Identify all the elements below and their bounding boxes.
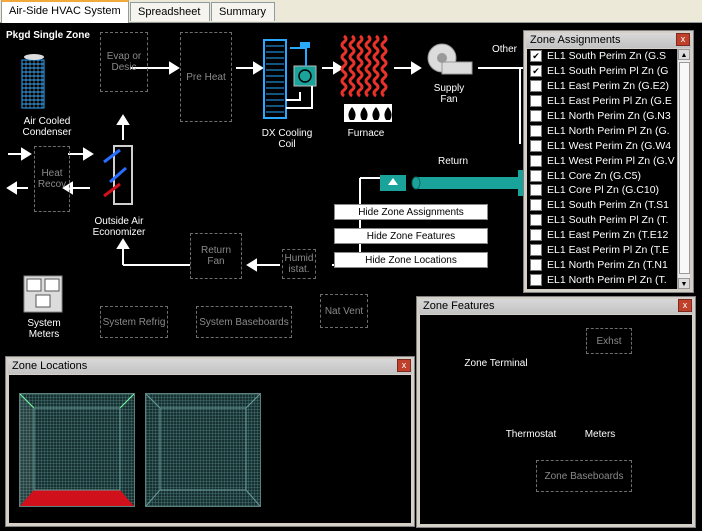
zone-assignment-label: EL1 West Perim Zn (G.W4 — [547, 139, 672, 152]
economizer-label: Outside Air Economizer — [92, 216, 146, 238]
zone-assignment-label: EL1 South Perim Pl Zn (G — [547, 65, 669, 78]
zone-assignment-label: EL1 East Perim Pl Zn (G.E — [547, 95, 672, 108]
condenser-label: Air Cooled Condenser — [22, 116, 72, 138]
zone-assignment-checkbox[interactable] — [530, 273, 542, 286]
zone-assignment-item[interactable]: EL1 East Perim Zn (T.E12 — [527, 228, 677, 243]
zone-assignment-label: EL1 North Perim Pl Zn (T. — [547, 273, 667, 286]
zone-assignment-checkbox[interactable] — [530, 95, 542, 108]
zone-assignment-checkbox[interactable] — [530, 229, 542, 242]
zone-location-tile[interactable] — [145, 393, 261, 507]
zone-assignment-checkbox[interactable] — [530, 124, 542, 137]
zone-assignment-label: EL1 South Perim Pl Zn (T. — [547, 214, 669, 227]
zone-features-view — [420, 315, 692, 524]
zone-assignment-checkbox[interactable] — [530, 80, 542, 93]
zone-assignment-item[interactable]: EL1 East Perim Zn (G.E2) — [527, 79, 677, 94]
meters-label: Meters — [584, 429, 616, 440]
dx-cooling-coil-icon[interactable] — [263, 39, 317, 119]
zone-assignment-label: EL1 North Perim Zn (T.N1 — [547, 258, 668, 271]
zone-assignment-item[interactable]: EL1 East Perim Pl Zn (T.E — [527, 243, 677, 258]
zone-assignment-label: EL1 South Perim Zn (T.S1 — [547, 199, 669, 212]
zone-assignment-label: EL1 North Perim Pl Zn (G. — [547, 124, 670, 137]
zone-assignment-label: EL1 North Perim Zn (G.N3 — [547, 110, 671, 122]
zone-assignment-checkbox[interactable] — [530, 110, 542, 122]
zone-assignment-label: EL1 South Perim Zn (G.S — [547, 50, 667, 63]
hide-zone-locations-button[interactable]: Hide Zone Locations — [334, 252, 488, 268]
zone-features-close-icon[interactable]: x — [678, 299, 692, 312]
zone-features-panel: Zone Features x — [416, 296, 696, 528]
zone-assignment-item[interactable]: EL1 North Perim Pl Zn (T. — [527, 272, 677, 287]
furnace-icon[interactable] — [340, 34, 392, 122]
zone-assignment-checkbox[interactable] — [530, 184, 542, 197]
zone-assignments-panel: Zone Assignments x ✔ EL1 South Perim Zn (… — [523, 30, 694, 293]
zone-locations-title: Zone Locations — [8, 359, 412, 374]
system-title: Pkgd Single Zone — [6, 30, 90, 41]
zone-assignment-item[interactable]: EL1 West Perim Zn (G.W4 — [527, 138, 677, 153]
zone-location-tile[interactable] — [19, 393, 135, 507]
zone-assignment-checkbox[interactable] — [530, 169, 542, 182]
supply-fan-label: Supply Fan — [433, 83, 465, 105]
return-label: Return — [437, 156, 468, 167]
zone-assignment-item[interactable]: EL1 East Perim Pl Zn (G.E — [527, 94, 677, 109]
hide-zone-features-button[interactable]: Hide Zone Features — [334, 228, 488, 244]
zone-assignment-label: EL1 East Perim Zn (G.E2) — [547, 80, 669, 93]
furnace-label: Furnace — [347, 128, 385, 139]
zone-assignment-item[interactable]: ✔ EL1 South Perim Pl Zn (G — [527, 64, 677, 79]
zone-assignment-item[interactable]: EL1 North Perim Pl Zn (G. — [527, 123, 677, 138]
zone-assignments-title: Zone Assignments — [526, 33, 691, 48]
zone-assignment-item[interactable]: EL1 Core Pl Zn (G.C10) — [527, 183, 677, 198]
zone-locations-view — [9, 375, 411, 523]
economizer-icon[interactable] — [103, 145, 133, 205]
zone-assignment-item[interactable]: EL1 North Perim Zn (T.N1 — [527, 257, 677, 272]
zone-assignments-list: ✔ EL1 South Perim Zn (G.S ✔ EL1 South Perim… — [527, 49, 677, 289]
zone-assignment-checkbox[interactable] — [530, 258, 542, 271]
system-meters-label: System Meters — [27, 318, 61, 340]
zone-assignment-item[interactable]: EL1 Core Zn (G.C5) — [527, 168, 677, 183]
system-refrig-box[interactable]: System Refrig — [100, 306, 168, 338]
zone-assignment-item[interactable]: EL1 South Perim Zn (T.S1 — [527, 198, 677, 213]
scroll-down-icon[interactable]: ▼ — [678, 278, 690, 289]
zone-locations-close-icon[interactable]: x — [397, 359, 411, 372]
system-baseboards-box[interactable]: System Baseboards — [196, 306, 292, 338]
zone-baseboards-box[interactable]: Zone Baseboards — [536, 460, 632, 492]
zone-assignment-item[interactable]: EL1 North Perim Zn (G.N3 — [527, 109, 677, 124]
heat-recov-box[interactable]: Heat Recov — [34, 146, 70, 212]
scroll-thumb[interactable] — [679, 62, 690, 274]
exhst-box[interactable]: Exhst — [586, 328, 632, 354]
zone-assignment-checkbox[interactable] — [530, 154, 542, 167]
supply-fan-icon[interactable] — [427, 43, 473, 75]
zone-assignments-scrollbar[interactable]: ▲ ▼ — [677, 49, 690, 289]
zone-assignment-checkbox[interactable] — [530, 139, 542, 152]
zone-assignment-checkbox[interactable] — [530, 199, 542, 212]
zone-assignment-label: EL1 East Perim Zn (T.E12 — [547, 229, 669, 242]
hide-zone-assignments-button[interactable]: Hide Zone Assignments — [334, 204, 488, 220]
return-duct-icon[interactable] — [380, 170, 524, 196]
zone-assignment-item[interactable]: EL1 South Perim Pl Zn (T. — [527, 213, 677, 228]
zone-assignment-label: EL1 East Perim Pl Zn (T.E — [547, 244, 669, 257]
zone-assignment-item[interactable]: ✔ EL1 South Perim Zn (G.S — [527, 49, 677, 64]
zone-assignment-checkbox[interactable]: ✔ — [530, 50, 542, 63]
condenser-icon[interactable] — [21, 54, 45, 109]
zone-locations-panel: Zone Locations x — [5, 356, 415, 527]
zone-assignment-checkbox[interactable] — [530, 214, 542, 227]
evap-desic-box[interactable]: Evap or Desic — [100, 32, 148, 92]
zone-assignment-label: EL1 Core Pl Zn (G.C10) — [547, 184, 660, 197]
humidistat-box[interactable]: Humid istat. — [282, 249, 316, 279]
nat-vent-box[interactable]: Nat Vent — [320, 294, 368, 328]
zone-assignment-item[interactable]: EL1 West Perim Pl Zn (G.V — [527, 153, 677, 168]
zone-assignment-label: EL1 West Perim Pl Zn (G.V — [547, 154, 675, 167]
zone-features-title: Zone Features — [419, 299, 693, 314]
zone-terminal-label: Zone Terminal — [464, 358, 528, 369]
dx-cooling-coil-label: DX Cooling Coil — [261, 128, 313, 150]
zone-assignments-close-icon[interactable]: x — [676, 33, 690, 46]
thermostat-label: Thermostat — [505, 429, 557, 440]
zone-assignment-checkbox[interactable]: ✔ — [530, 65, 542, 78]
zone-assignment-label: EL1 Core Zn (G.C5) — [547, 169, 641, 182]
return-fan-box[interactable]: Return Fan — [190, 233, 242, 279]
zone-assignment-checkbox[interactable] — [530, 244, 542, 257]
pre-heat-box[interactable]: Pre Heat — [180, 32, 232, 122]
system-meters-icon[interactable] — [23, 275, 63, 313]
scroll-up-icon[interactable]: ▲ — [678, 49, 690, 60]
